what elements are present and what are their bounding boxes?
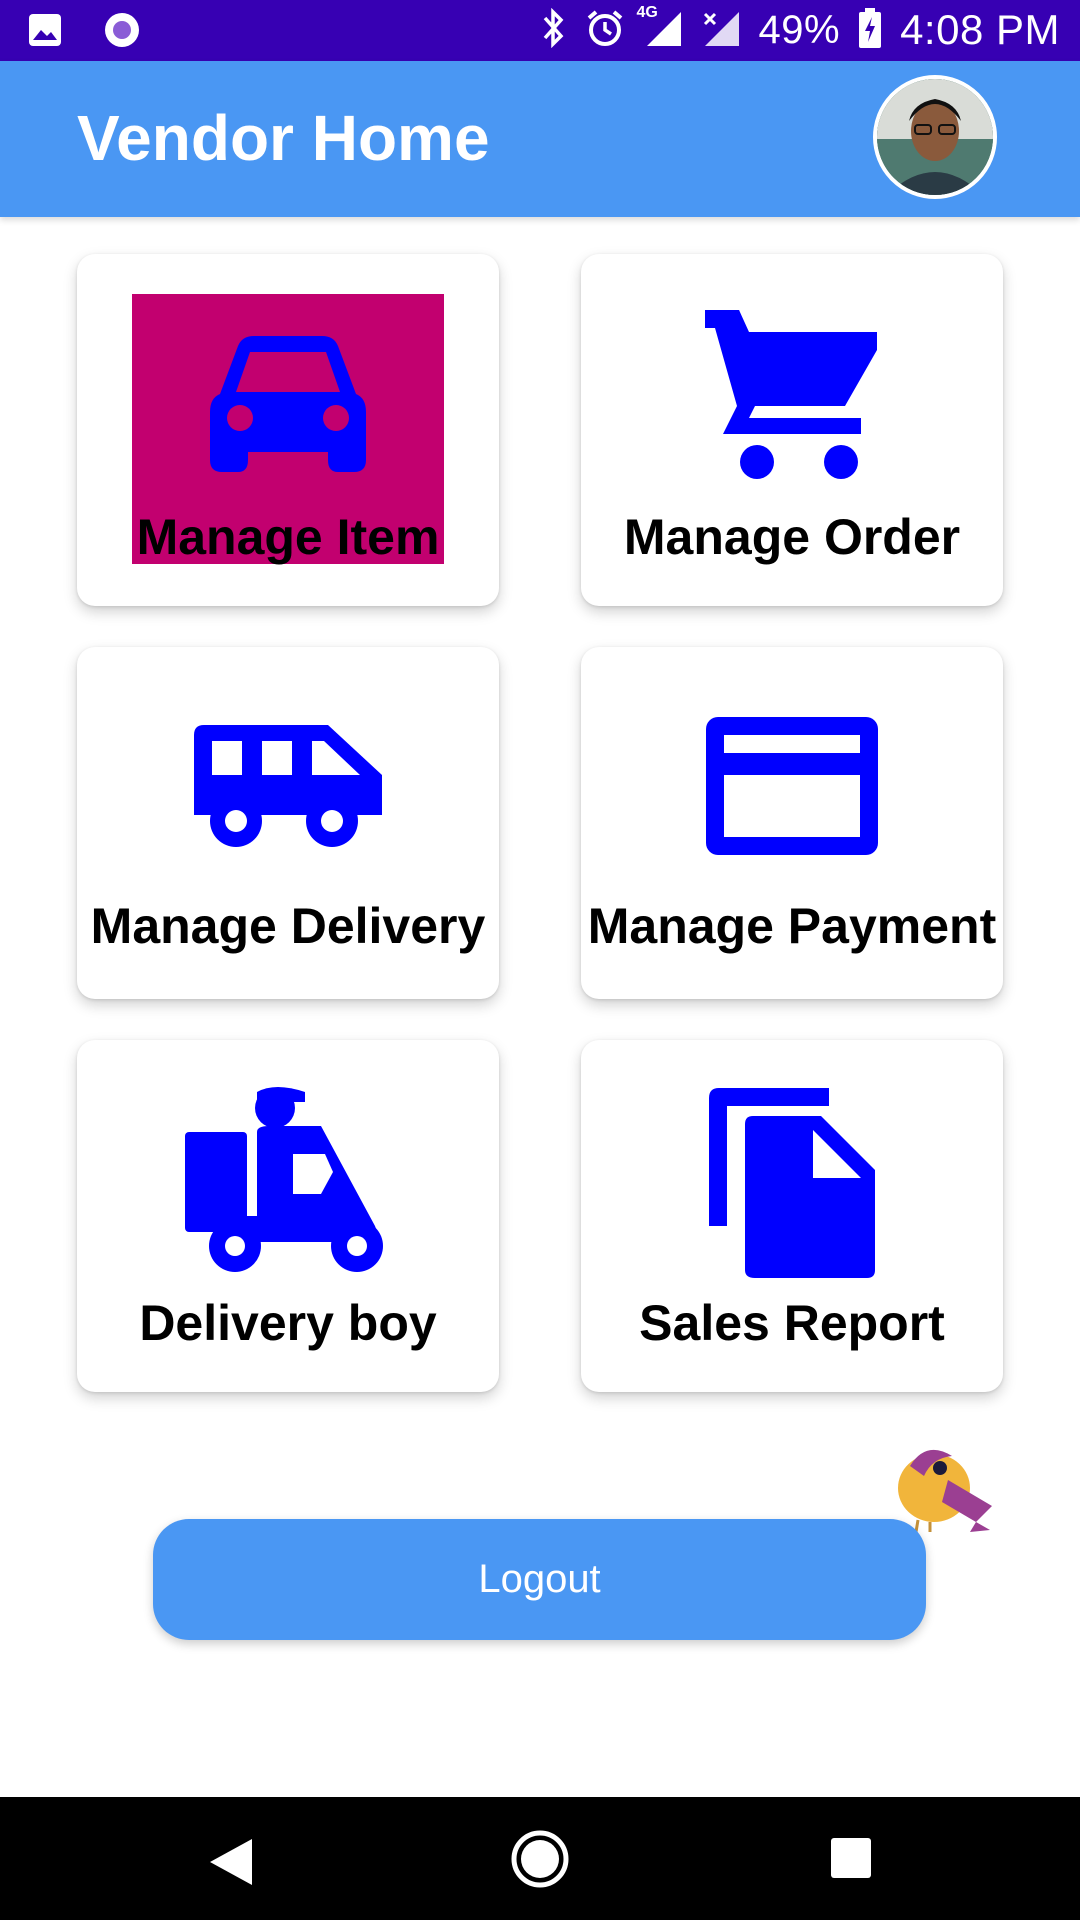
menu-card-delivery-boy[interactable]: Delivery boy xyxy=(77,1040,499,1392)
menu-card-manage-delivery[interactable]: Manage Delivery xyxy=(77,647,499,999)
avatar[interactable] xyxy=(873,75,997,199)
documents-icon xyxy=(709,1088,875,1283)
menu-label: Manage Item xyxy=(136,509,440,565)
menu-label: Sales Report xyxy=(639,1295,945,1351)
menu-label: Manage Payment xyxy=(587,898,997,954)
bluetooth-icon xyxy=(539,7,567,53)
car-icon xyxy=(210,336,366,481)
battery-charging-icon xyxy=(858,7,882,53)
alarm-icon xyxy=(585,8,625,53)
menu-label: Delivery boy xyxy=(139,1295,437,1351)
menu-label: Manage Delivery xyxy=(90,898,486,954)
image-icon xyxy=(28,13,62,52)
logout-button[interactable]: Logout xyxy=(153,1519,926,1640)
signal-no-data-icon xyxy=(701,8,741,53)
battery-percent: 49% xyxy=(758,7,841,52)
record-icon xyxy=(102,10,142,55)
signal-icon: 4G xyxy=(637,4,683,53)
menu-label: Manage Order xyxy=(623,509,961,565)
credit-card-icon xyxy=(706,717,878,860)
clock: 4:08 PM xyxy=(900,6,1060,53)
navigation-bar xyxy=(0,1797,1080,1920)
back-icon[interactable] xyxy=(208,1837,254,1892)
cart-icon xyxy=(705,310,879,485)
menu-card-sales-report[interactable]: Sales Report xyxy=(581,1040,1003,1392)
status-bar: 4G 49% 4:08 PM xyxy=(0,0,1080,61)
page-title: Vendor Home xyxy=(77,102,490,174)
menu-card-manage-order[interactable]: Manage Order xyxy=(581,254,1003,606)
menu-card-manage-item[interactable]: Manage Item xyxy=(77,254,499,606)
menu-card-manage-payment[interactable]: Manage Payment xyxy=(581,647,1003,999)
van-icon xyxy=(194,725,382,852)
recents-icon[interactable] xyxy=(830,1837,872,1884)
app-bar: Vendor Home xyxy=(0,61,1080,217)
delivery-scooter-icon xyxy=(183,1086,393,1281)
home-icon[interactable] xyxy=(510,1829,570,1894)
